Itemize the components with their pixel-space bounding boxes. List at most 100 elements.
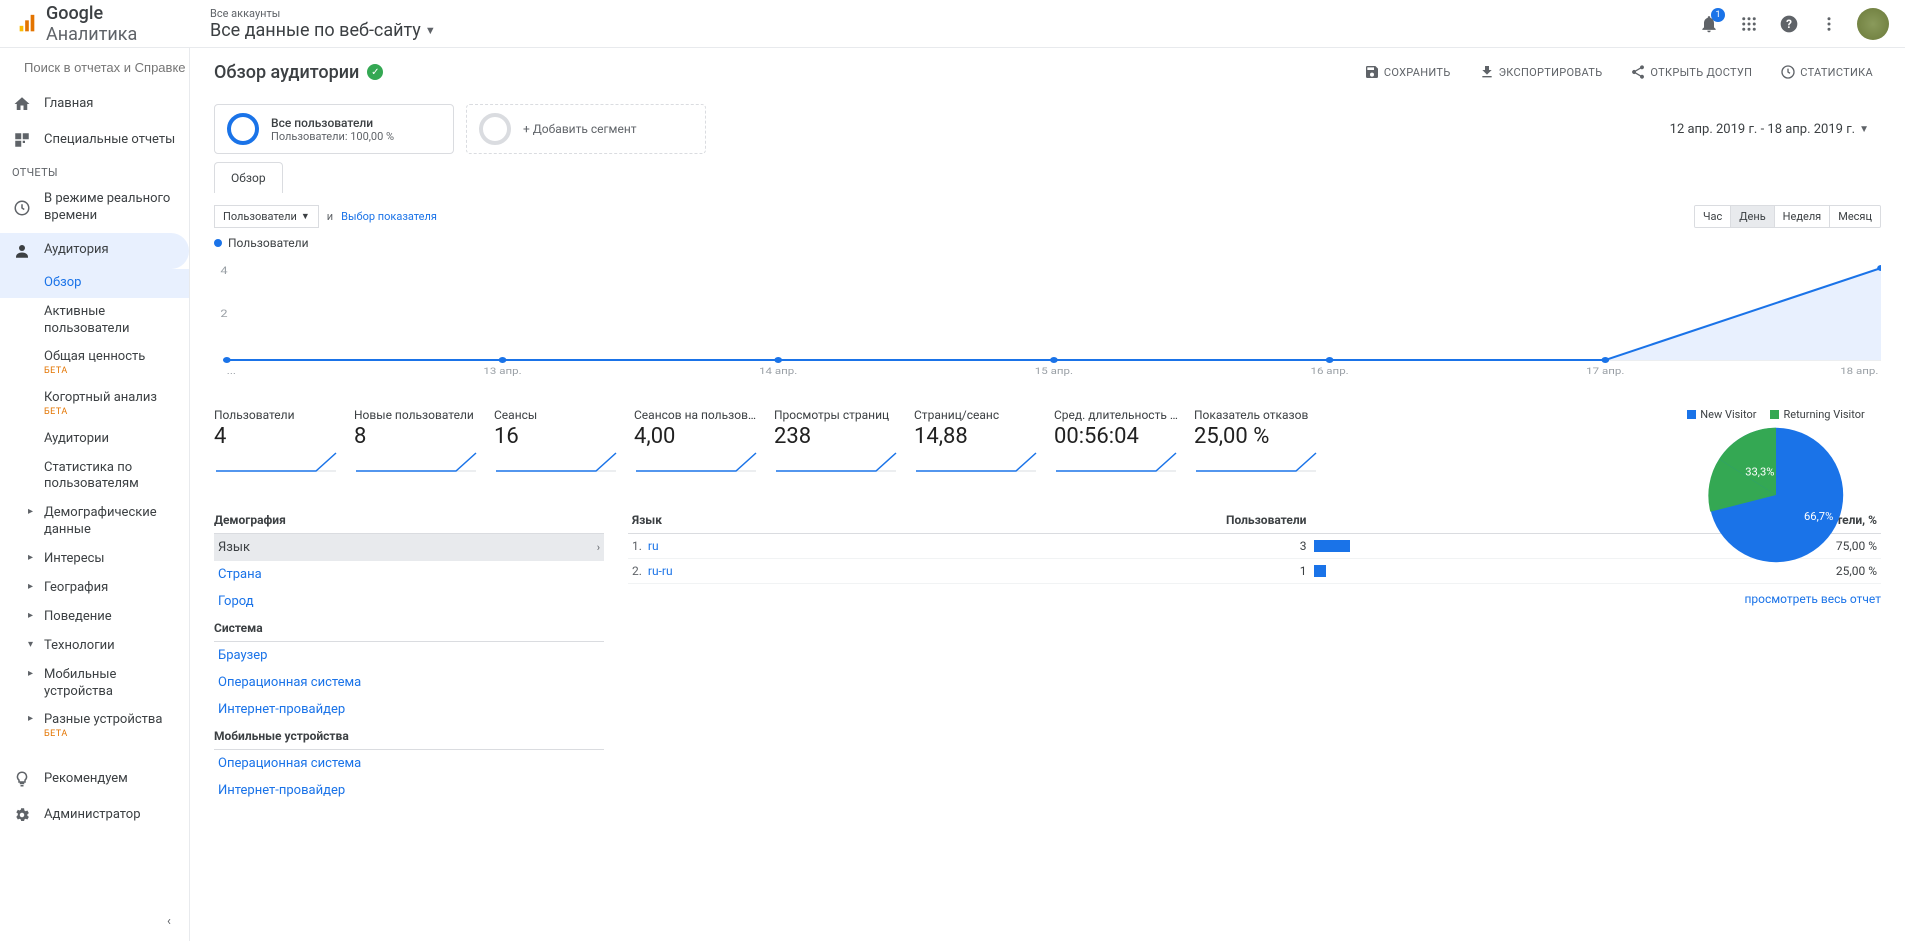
tab-overview[interactable]: Обзор [214, 162, 283, 193]
dim-os[interactable]: Операционная система [214, 669, 604, 696]
nav-technology[interactable]: ▾Технологии [0, 632, 189, 661]
users-cell: 1 [870, 559, 1311, 584]
period-hour[interactable]: Час [1695, 206, 1730, 227]
nav-mobile[interactable]: ▸Мобильные устройства [0, 661, 189, 707]
dim-language[interactable]: Язык› [214, 534, 604, 561]
segment-all-users[interactable]: Все пользователи Пользователи: 100,00 % [214, 104, 454, 154]
pie-legend: New Visitor Returning Visitor [1687, 408, 1864, 421]
dim-city[interactable]: Город [214, 588, 604, 615]
nav-demographics[interactable]: ▸Демографические данные [0, 499, 189, 545]
page-toolbar: Обзор аудитории ✓ СОХРАНИТЬ ЭКСПОРТИРОВА… [190, 48, 1905, 96]
nav-behavior[interactable]: ▸Поведение [0, 603, 189, 632]
segments-row: Все пользователи Пользователи: 100,00 % … [190, 96, 1905, 162]
dim-isp[interactable]: Интернет-провайдер [214, 696, 604, 723]
account-picker[interactable]: Все аккаунты Все данные по веб-сайту ▼ [210, 7, 436, 41]
nav-interests[interactable]: ▸Интересы [0, 545, 189, 574]
svg-text:16 апр.: 16 апр. [1310, 365, 1348, 376]
analytics-logo-icon [16, 12, 38, 36]
svg-text:13 апр.: 13 апр. [483, 365, 521, 376]
legend-sq-icon [1687, 410, 1696, 419]
search-input[interactable] [24, 60, 190, 75]
insights-button[interactable]: СТАТИСТИКА [1772, 60, 1881, 84]
brand-logo[interactable]: Google Аналитика [16, 3, 186, 45]
col-users[interactable]: Пользователи [870, 507, 1311, 534]
sparkline [634, 451, 758, 473]
lightbulb-icon [12, 769, 32, 789]
segment-subtitle: Пользователи: 100,00 % [271, 130, 394, 143]
chart-controls: Пользователи ▼ и Выбор показателя Час Де… [190, 193, 1905, 232]
dim-country[interactable]: Страна [214, 561, 604, 588]
svg-text:...: ... [227, 365, 236, 376]
full-report-link[interactable]: просмотреть весь отчет [628, 584, 1881, 614]
notifications-icon[interactable]: 1 [1697, 12, 1721, 36]
metric-label: Новые пользователи [354, 408, 478, 422]
segment-title: Все пользователи [271, 116, 394, 130]
granularity-group: Час День Неделя Месяц [1694, 205, 1881, 228]
metric-label: Страниц/сеанс [914, 408, 1038, 422]
period-week[interactable]: Неделя [1774, 206, 1830, 227]
add-segment-button[interactable]: + Добавить сегмент [466, 104, 706, 154]
nav-custom[interactable]: ▸Разные устройстваБЕТА [0, 706, 189, 747]
dimension-link[interactable]: ru-ru [648, 564, 673, 578]
nav-customization[interactable]: Специальные отчеты [0, 122, 189, 158]
dim-mobile-isp[interactable]: Интернет-провайдер [214, 777, 604, 804]
save-button[interactable]: СОХРАНИТЬ [1356, 60, 1459, 84]
metric-label: Сеансы [494, 408, 618, 422]
sidebar-search[interactable] [0, 48, 189, 86]
metric-card[interactable]: Пользователи 4 [206, 402, 346, 483]
metric-value: 16 [494, 424, 618, 449]
date-range-picker[interactable]: 12 апр. 2019 г. - 18 апр. 2019 г.▼ [1670, 122, 1881, 137]
svg-text:15 апр.: 15 апр. [1035, 365, 1073, 376]
export-button[interactable]: ЭКСПОРТИРОВАТЬ [1471, 60, 1611, 84]
metric-card[interactable]: Просмотры страниц 238 [766, 402, 906, 483]
metric-card[interactable]: Сеансы 16 [486, 402, 626, 483]
sparkline [774, 451, 898, 473]
svg-text:14 апр.: 14 апр. [759, 365, 797, 376]
nav-home[interactable]: Главная [0, 86, 189, 122]
metric-card[interactable]: Страниц/сеанс 14,88 [906, 402, 1046, 483]
dim-browser[interactable]: Браузер [214, 642, 604, 669]
period-month[interactable]: Месяц [1829, 206, 1880, 227]
brand-text: Google Аналитика [46, 3, 186, 45]
segment-ring-icon [479, 113, 511, 145]
system-header: Система [214, 615, 604, 642]
more-menu-icon[interactable] [1817, 12, 1841, 36]
help-icon[interactable]: ? [1777, 12, 1801, 36]
svg-text:18 апр.: 18 апр. [1840, 365, 1878, 376]
main-chart: 4 2 ... 13 апр. 14 апр. 15 апр. 16 апр. … [190, 254, 1905, 394]
nav-lifetime-value[interactable]: Общая ценностьБЕТА [0, 343, 189, 384]
nav-cohort[interactable]: Когортный анализБЕТА [0, 384, 189, 425]
reports-section-header: ОТЧЕТЫ [0, 158, 189, 183]
chart-legend: Пользователи [190, 232, 1905, 254]
nav-admin[interactable]: Администратор [0, 797, 189, 833]
share-button[interactable]: ОТКРЫТЬ ДОСТУП [1622, 60, 1760, 84]
nav-geo[interactable]: ▸География [0, 574, 189, 603]
metric-card[interactable]: Сред. длительность сеанса 00:56:04 [1046, 402, 1186, 483]
collapse-sidebar-button[interactable]: ‹ [157, 909, 181, 933]
nav-audience-overview[interactable]: Обзор [0, 269, 189, 298]
dimension-table-row: Демография Язык› Страна Город Система Бр… [190, 491, 1905, 828]
nav-discover[interactable]: Рекомендуем [0, 761, 189, 797]
primary-metric-select[interactable]: Пользователи ▼ [214, 205, 319, 228]
metric-card[interactable]: Сеансов на пользователя 4,00 [626, 402, 766, 483]
nav-audience[interactable]: Аудитория [0, 233, 189, 269]
metric-card[interactable]: Новые пользователи 8 [346, 402, 486, 483]
account-avatar[interactable] [1857, 8, 1889, 40]
choose-metric-link[interactable]: Выбор показателя [341, 210, 437, 223]
col-dimension[interactable]: Язык [628, 507, 870, 534]
metric-label: Сеансов на пользователя [634, 408, 758, 422]
nav-user-explorer[interactable]: Статистика по пользователям [0, 454, 189, 500]
tabs: Обзор [190, 162, 1905, 193]
nav-realtime[interactable]: В режиме реального времени [0, 183, 189, 233]
svg-text:2: 2 [220, 307, 228, 319]
svg-text:?: ? [1786, 17, 1792, 31]
nav-audiences[interactable]: Аудитории [0, 425, 189, 454]
apps-icon[interactable] [1737, 12, 1761, 36]
metric-card[interactable]: Показатель отказов 25,00 % [1186, 402, 1326, 483]
metric-label: Пользователи [214, 408, 338, 422]
view-name: Все данные по веб-сайту ▼ [210, 20, 436, 41]
nav-active-users[interactable]: Активные пользователи [0, 298, 189, 344]
period-day[interactable]: День [1730, 206, 1773, 227]
dim-mobile-os[interactable]: Операционная система [214, 750, 604, 777]
dimension-link[interactable]: ru [648, 539, 659, 553]
